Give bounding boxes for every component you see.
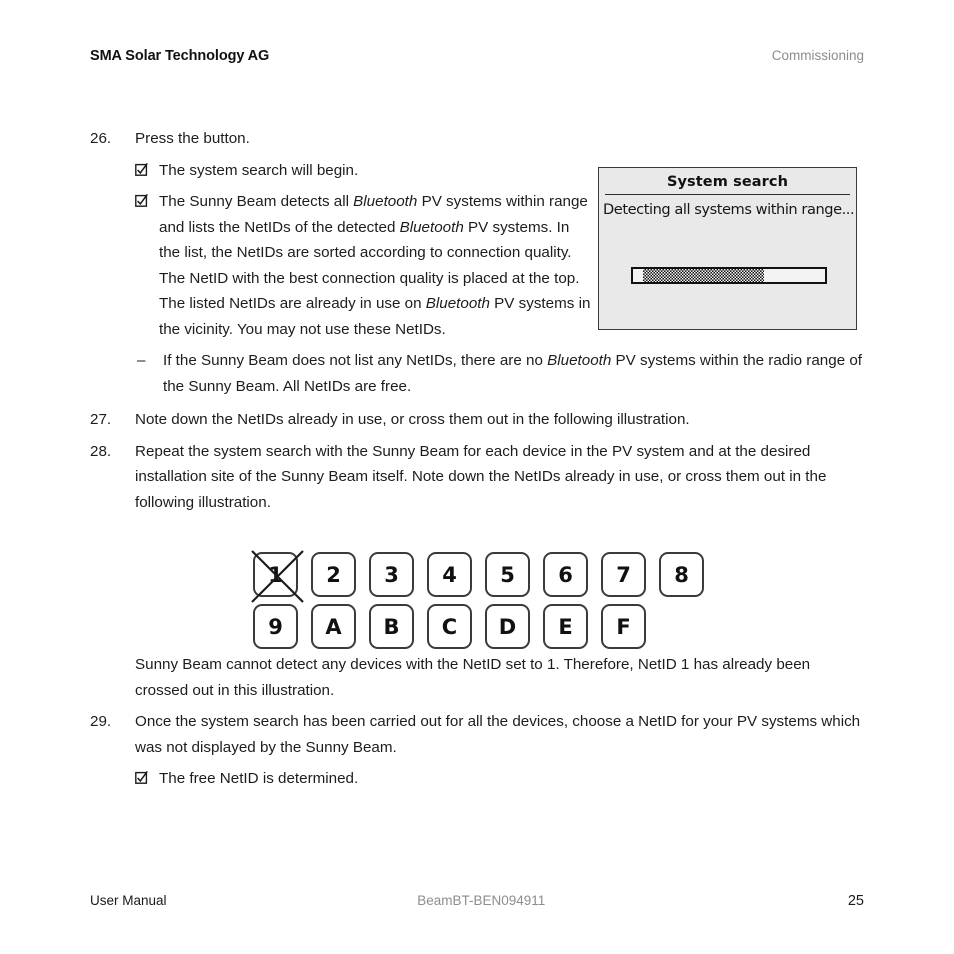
step-29: 29. Once the system search has been carr… [90,709,864,792]
step-29-result-1-text: The free NetID is determined. [159,770,359,787]
text-fragment: If the Sunny Beam does not list any NetI… [163,352,548,369]
checked-box-icon [135,766,159,792]
netid-cell-8[interactable]: 8 [659,552,704,597]
netid-cell-label: 9 [268,614,283,639]
netid-cell-f[interactable]: F [601,604,646,649]
italic-bluetooth: Bluetooth [353,193,418,210]
netid-cell-label: D [498,614,517,639]
netid-cell-6[interactable]: 6 [543,552,588,597]
header-chapter-name: Commissioning [771,48,864,63]
device-screen-illustration: System search Detecting all systems with… [598,167,857,330]
header-company-name: SMA Solar Technology AG [90,48,270,64]
netid-row-2: 9 A B C D E F [253,604,704,649]
page-footer: User Manual BeamBT-BEN094911 25 [90,893,864,909]
step-26-result-2-text: The Sunny Beam detects all Bluetooth PV … [159,189,594,342]
step-26-text: Press the button. [135,130,250,147]
device-screen-status-text: Detecting all systems within range... [603,201,855,218]
netid-cell-9[interactable]: 9 [253,604,298,649]
step-28-body: Repeat the system search with the Sunny … [135,439,864,516]
step-27-body: Note down the NetIDs already in use, or … [135,407,864,433]
text-fragment: The Sunny Beam detects all [159,193,354,210]
netid-cell-label: 5 [500,562,515,587]
footer-document-type: User Manual [90,893,167,908]
netid-cell-c[interactable]: C [427,604,472,649]
netid-cell-label: 1 [268,562,283,587]
netid-cell-label: A [325,614,342,639]
step-27: 27. Note down the NetIDs already in use,… [90,407,864,433]
dash-bullet-icon: – [137,352,146,369]
progress-bar-fill [643,269,764,282]
netid-cell-label: 3 [384,562,399,587]
netid-cell-3[interactable]: 3 [369,552,414,597]
footer-page-number: 25 [847,893,864,909]
italic-bluetooth: Bluetooth [399,218,464,236]
netid-cell-label: 6 [558,562,573,587]
progress-bar [631,267,827,284]
step-29-result-1: The free NetID is determined. [135,766,864,792]
italic-bluetooth: Bluetooth [425,295,490,312]
netid-cell-a[interactable]: A [311,604,356,649]
netid-cell-label: 7 [616,562,631,587]
checked-box-icon [135,189,159,215]
netid-cell-label: 2 [326,562,341,587]
netid-cell-e[interactable]: E [543,604,588,649]
netid-cell-1[interactable]: 1 [251,550,304,603]
step-27-text: Note down the NetIDs already in use, or … [135,411,690,428]
document-page: SMA Solar Technology AG Commissioning 26… [0,0,954,954]
netid-note-paragraph: Sunny Beam cannot detect any devices wit… [135,656,811,699]
netid-cell-d[interactable]: D [485,604,530,649]
netid-cell-label: 4 [442,562,457,587]
step-26-dash-text: If the Sunny Beam does not list any NetI… [163,348,864,399]
netid-cell-label: B [383,614,400,639]
step-26-result-1-text: The system search will begin. [159,161,359,179]
netid-cell-7[interactable]: 7 [601,552,646,597]
footer-document-code: BeamBT-BEN094911 [417,893,546,908]
step-29-number: 29. [90,713,112,730]
page-header: SMA Solar Technology AG Commissioning [90,48,864,64]
netid-cell-5[interactable]: 5 [485,552,530,597]
netid-cell-4[interactable]: 4 [427,552,472,597]
netid-row-1: 1 2 3 4 5 6 7 8 [251,550,704,603]
italic-bluetooth: Bluetooth [547,352,612,369]
netid-cell-label: E [558,614,573,639]
netid-cell-b[interactable]: B [369,604,414,649]
netid-cell-label: C [441,614,458,639]
netid-grid: 1 2 3 4 5 6 7 8 9 A B C D E F [251,550,704,656]
netid-cell-label: 8 [674,562,689,587]
netid-cell-label: F [616,614,631,639]
device-screen-title: System search [666,174,789,190]
step-28-number: 28. [90,442,112,460]
step-29-text: Once the system search has been carried … [135,713,861,756]
step-27-number: 27. [90,411,112,428]
step-28-text: Repeat the system search with the Sunny … [135,442,827,511]
device-screen-progress-wrapper [631,267,827,284]
checked-box-icon [135,158,159,184]
netid-cell-2[interactable]: 2 [311,552,356,597]
step-28: 28. Repeat the system search with the Su… [90,439,864,516]
step-26-number: 26. [90,130,112,147]
step-26-dash-item: – If the Sunny Beam does not list any Ne… [135,348,864,399]
step-29-body: Once the system search has been carried … [135,709,864,792]
